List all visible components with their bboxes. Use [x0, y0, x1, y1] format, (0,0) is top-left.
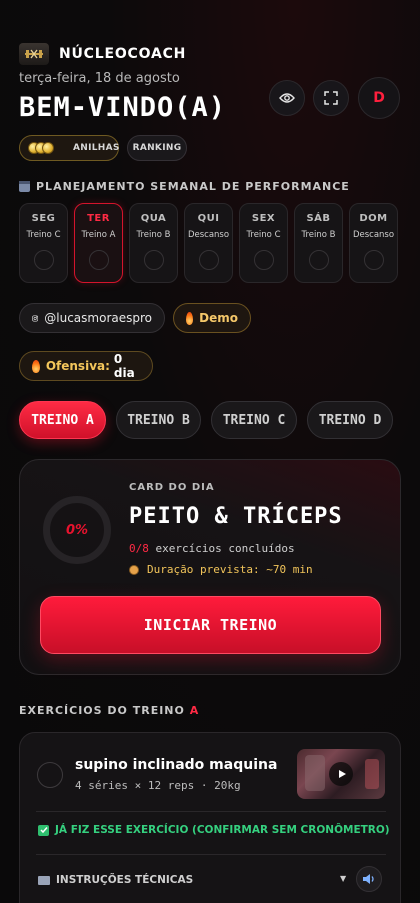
- play-icon: [329, 762, 353, 786]
- speaker-icon: [363, 874, 374, 884]
- day-seg[interactable]: SEG Treino C: [19, 203, 68, 283]
- day-sab[interactable]: SÁB Treino B: [294, 203, 343, 283]
- weekly-planning-title: PLANEJAMENTO SEMANAL DE PERFORMANCE: [19, 180, 350, 193]
- anilhas-button[interactable]: ANILHAS: [19, 135, 119, 161]
- exercise-name: supino inclinado maquina: [75, 757, 278, 773]
- day-ter[interactable]: TER Treino A: [74, 203, 123, 283]
- day-status-dot: [198, 250, 219, 270]
- current-date: terça-feira, 18 de agosto: [19, 71, 180, 86]
- clock-icon: [129, 564, 139, 575]
- day-name: QUI: [197, 213, 220, 224]
- day-plan: Treino A: [81, 230, 116, 240]
- check-icon: [38, 824, 49, 836]
- exercises-done-count: 0/8: [129, 542, 149, 555]
- progress-percent: 0%: [65, 522, 89, 538]
- day-name: SEX: [251, 213, 276, 224]
- tab-treino-b[interactable]: TREINO B: [116, 401, 201, 439]
- day-plan: Treino C: [246, 230, 281, 240]
- exercises-title-text: EXERCÍCIOS DO TREINO: [19, 704, 185, 717]
- card-kicker: CARD DO DIA: [129, 482, 215, 493]
- exercise-meta: 4 séries × 12 reps · 20kg: [75, 779, 241, 792]
- day-status-dot: [33, 250, 54, 270]
- workout-title: PEITO & TRÍCEPS: [129, 504, 343, 529]
- day-name: QUA: [140, 213, 167, 224]
- exercise-complete-checkbox[interactable]: [37, 762, 63, 788]
- daily-card: 0% CARD DO DIA PEITO & TRÍCEPS 0/8 exerc…: [19, 459, 401, 675]
- flame-icon: [32, 359, 40, 373]
- calendar-icon: [19, 181, 30, 192]
- technical-instructions-label: INSTRUÇÕES TÉCNICAS: [56, 874, 194, 886]
- coins-icon: [28, 142, 54, 154]
- instagram-chip[interactable]: @lucasmoraespro: [19, 303, 165, 333]
- progress-ring: 0%: [43, 496, 111, 564]
- tab-treino-a[interactable]: TREINO A: [19, 401, 106, 439]
- streak-label: Ofensiva:: [45, 359, 110, 373]
- demo-label: Demo: [199, 311, 238, 325]
- demo-chip[interactable]: Demo: [173, 303, 251, 333]
- brand: NÚCLEOCOACH: [19, 43, 186, 65]
- start-workout-button[interactable]: INICIAR TREINO: [40, 596, 381, 654]
- fullscreen-button[interactable]: [313, 80, 349, 116]
- streak-value: 0 dia: [113, 352, 135, 380]
- exercises-section-title: EXERCÍCIOS DO TREINO A: [19, 704, 199, 717]
- day-qui[interactable]: QUI Descanso: [184, 203, 233, 283]
- book-icon: [38, 875, 50, 885]
- day-plan: Descanso: [352, 230, 395, 240]
- technical-instructions-toggle[interactable]: INSTRUÇÕES TÉCNICAS: [38, 874, 193, 886]
- eye-icon: [279, 93, 295, 103]
- fullscreen-icon: [324, 91, 338, 105]
- instagram-icon: [32, 315, 39, 321]
- audio-button[interactable]: [356, 866, 382, 892]
- divider: [36, 854, 386, 855]
- confirm-done-button[interactable]: JÁ FIZ ESSE EXERCÍCIO (CONFIRMAR SEM CRO…: [38, 824, 390, 836]
- duration-row: Duração prevista: ~70 min: [129, 563, 313, 576]
- day-qua[interactable]: QUA Treino B: [129, 203, 178, 283]
- day-plan: Descanso: [187, 230, 230, 240]
- visibility-toggle-button[interactable]: [269, 80, 305, 116]
- day-dom[interactable]: DOM Descanso: [349, 203, 398, 283]
- streak-chip[interactable]: Ofensiva: 0 dia: [19, 351, 153, 381]
- week-days: SEG Treino C TER Treino A QUA Treino B QUI D…: [19, 203, 398, 283]
- exercise-video-thumbnail[interactable]: [297, 749, 385, 799]
- brand-name: NÚCLEOCOACH: [59, 46, 187, 62]
- day-name: SEG: [31, 213, 56, 224]
- flame-icon: [186, 311, 194, 325]
- exercises-done-label: exercícios concluídos: [155, 542, 295, 555]
- tab-treino-d[interactable]: TREINO D: [307, 401, 393, 439]
- exercises-done: 0/8 exercícios concluídos: [129, 542, 295, 555]
- day-status-dot: [143, 250, 164, 270]
- anilhas-label: ANILHAS: [73, 143, 120, 153]
- day-plan: Treino C: [26, 230, 61, 240]
- page-title: BEM-VINDO(A): [19, 92, 227, 123]
- day-status-dot: [363, 250, 384, 270]
- exercises-title-accent: A: [189, 704, 200, 717]
- tab-treino-c[interactable]: TREINO C: [211, 401, 297, 439]
- day-name: DOM: [359, 213, 388, 224]
- barbell-logo-icon: [19, 43, 49, 65]
- day-name: TER: [87, 213, 110, 224]
- day-status-dot: [308, 250, 329, 270]
- day-status-dot: [88, 250, 109, 270]
- confirm-done-label: JÁ FIZ ESSE EXERCÍCIO (CONFIRMAR SEM CRO…: [55, 824, 390, 836]
- day-status-dot: [253, 250, 274, 270]
- day-plan: Treino B: [136, 230, 171, 240]
- chevron-down-icon[interactable]: ▼: [340, 874, 346, 883]
- day-plan: Treino B: [301, 230, 336, 240]
- day-name: SÁB: [306, 213, 331, 224]
- avatar[interactable]: D: [358, 77, 400, 119]
- divider: [36, 811, 386, 812]
- ranking-button[interactable]: RANKING: [127, 135, 187, 161]
- duration-text: Duração prevista: ~70 min: [147, 563, 313, 576]
- instagram-handle: @lucasmoraespro: [44, 311, 152, 325]
- exercise-card: supino inclinado maquina 4 séries × 12 r…: [19, 732, 401, 903]
- workout-tabs: TREINO A TREINO B TREINO C TREINO D: [19, 401, 393, 439]
- weekly-planning-label: PLANEJAMENTO SEMANAL DE PERFORMANCE: [36, 180, 350, 193]
- day-sex[interactable]: SEX Treino C: [239, 203, 288, 283]
